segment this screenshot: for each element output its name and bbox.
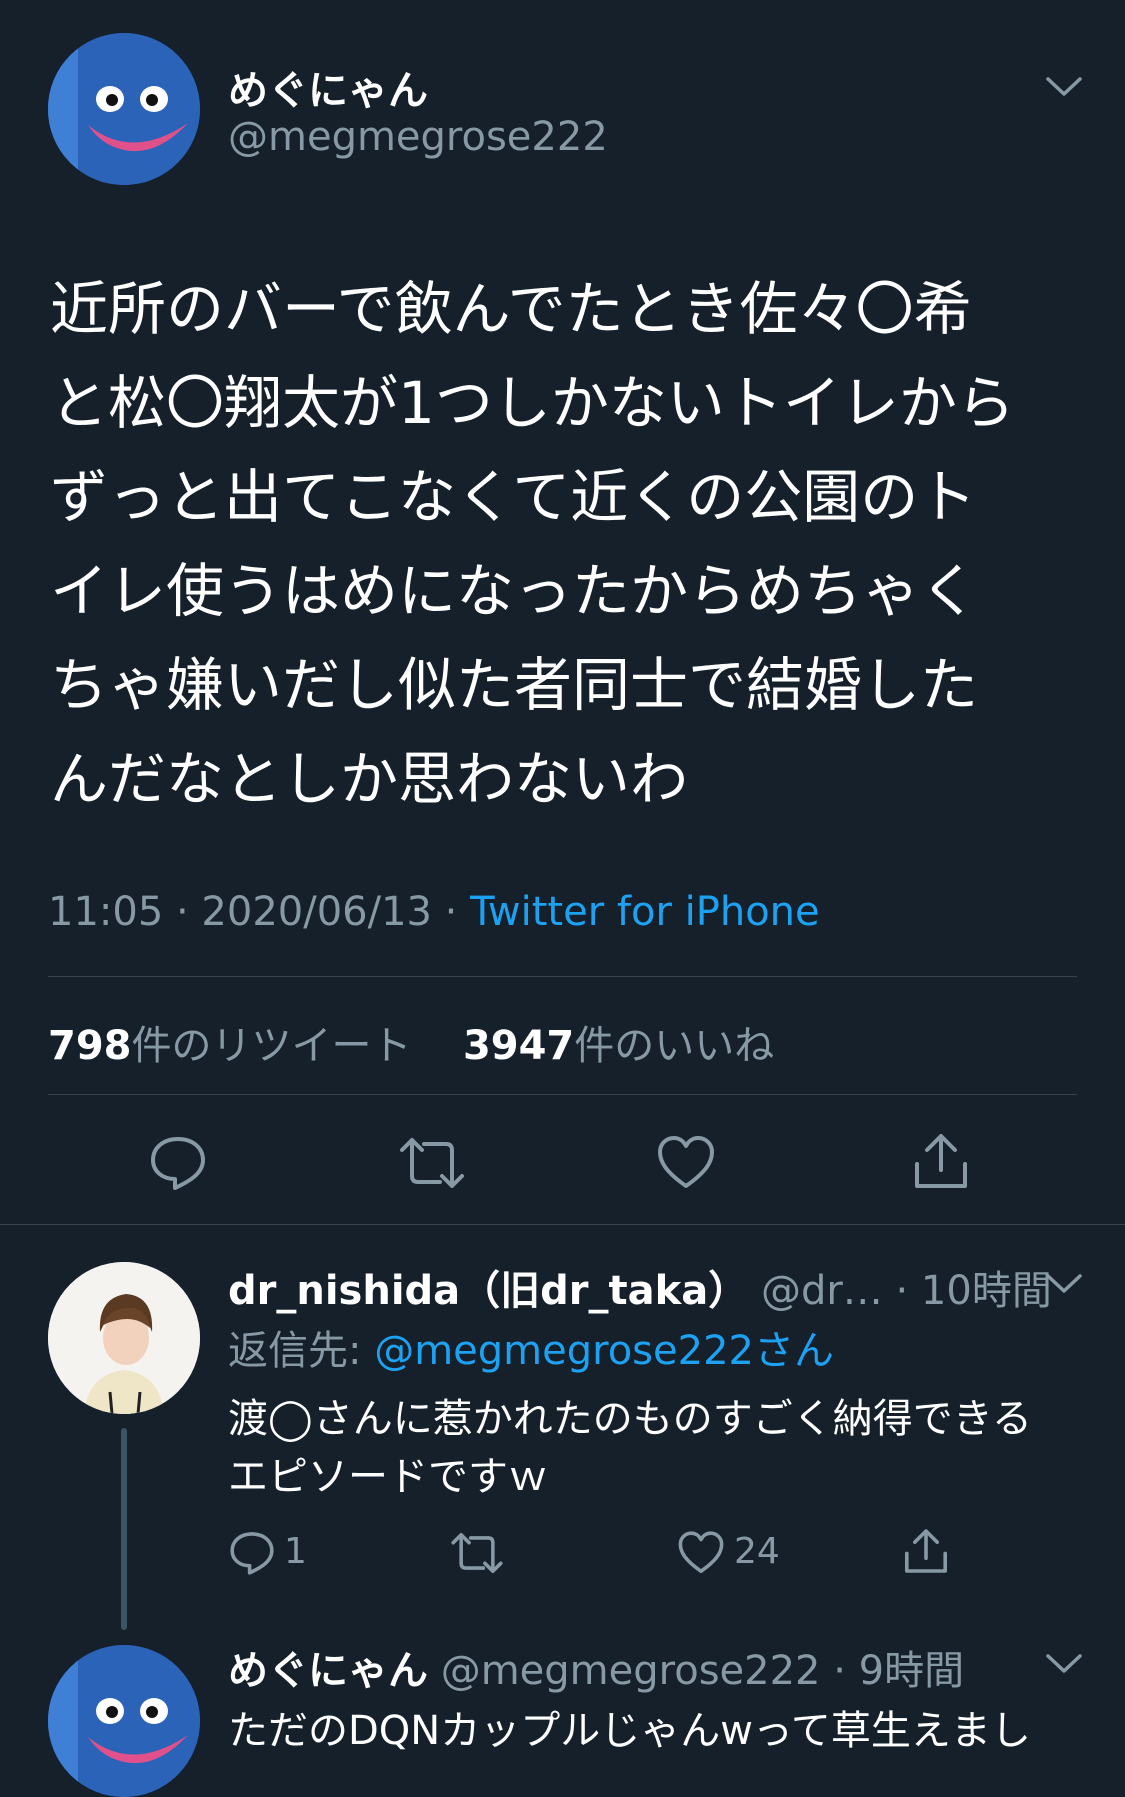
reply2-header: めぐにゃん @megmegrose222 · 9時間: [228, 1638, 964, 1696]
reply-text-line: エピソードですｗ: [228, 1454, 548, 1500]
divider: [48, 976, 1077, 977]
tweet-source-link[interactable]: Twitter for iPhone: [470, 889, 820, 935]
reply-author-avatar[interactable]: [48, 1262, 200, 1414]
tweet-text-line: と松〇翔太が1つしかないトイレから: [50, 369, 1015, 437]
share-icon[interactable]: [911, 1130, 971, 1192]
reply-text: 渡◯さんに惹かれたのものすごく納得できる エピソードですｗ: [228, 1390, 1032, 1506]
reply-count: 1: [284, 1531, 307, 1572]
like-stat[interactable]: 3947件のいいね: [463, 1023, 774, 1069]
like-count: 3947: [462, 1023, 575, 1069]
tweet-text-line: ずっと出てこなくて近くの公園のト: [50, 463, 977, 531]
tweet-text-line: イレ使うはめになったからめちゃく: [50, 557, 979, 625]
tweet-stats: 798件のリツイート 3947件のいいね: [48, 1013, 774, 1071]
retweet-count: 798: [48, 1023, 132, 1069]
author-handle[interactable]: @megmegrose222: [228, 114, 608, 160]
like-icon[interactable]: [677, 1530, 725, 1576]
reply-header: dr_nishida（旧dr_taka） @dr… · 10時間: [228, 1258, 1052, 1316]
reply-handle-time[interactable]: @dr… · 10時間: [761, 1268, 1052, 1314]
reply-author-name[interactable]: dr_nishida（旧dr_taka）: [228, 1268, 748, 1314]
retweet-stat[interactable]: 798件のリツイート: [48, 1023, 424, 1069]
reply-menu-chevron-icon[interactable]: [1044, 1272, 1084, 1296]
tweet-text-line: ちゃ嫌いだし似た者同士で結婚した: [50, 651, 979, 719]
like-count: 24: [734, 1531, 780, 1572]
like-label: 件のいいね: [574, 1023, 775, 1069]
share-icon[interactable]: [902, 1526, 950, 1576]
reply2-author-name[interactable]: めぐにゃん: [228, 1648, 428, 1694]
reply-text-line: 渡◯さんに惹かれたのものすごく納得できる: [228, 1396, 1032, 1442]
retweet-label: 件のリツイート: [131, 1023, 412, 1069]
tweet-text-line: 近所のバーで飲んでたとき佐々〇希: [50, 275, 972, 343]
divider: [48, 1094, 1077, 1095]
tweet-meta: 11:05 · 2020/06/13 · Twitter for iPhone: [48, 889, 820, 935]
reply2-handle-time[interactable]: @megmegrose222 · 9時間: [441, 1648, 964, 1694]
tweet-text-line: んだなとしか思わないわ: [50, 745, 689, 813]
tweet-text: 近所のバーで飲んでたとき佐々〇希 と松〇翔太が1つしかないトイレから ずっと出て…: [50, 262, 1090, 826]
reply-icon[interactable]: [148, 1134, 208, 1192]
slime-avatar-image: [48, 1645, 200, 1797]
reply2-text: ただのDQNカップルじゃんwって草生えまし: [228, 1708, 1031, 1754]
replying-to-label: 返信先:: [228, 1328, 375, 1374]
tweet-timestamp: 11:05 · 2020/06/13 ·: [48, 889, 471, 935]
replying-to: 返信先: @megmegrose222さん: [228, 1318, 834, 1376]
tweet-menu-chevron-icon[interactable]: [1044, 75, 1084, 99]
retweet-icon[interactable]: [450, 1530, 504, 1576]
author-avatar[interactable]: [48, 33, 200, 185]
reply2-author-avatar[interactable]: [48, 1645, 200, 1797]
person-avatar-image: [48, 1262, 200, 1414]
thread-line: [121, 1428, 127, 1630]
author-display-name[interactable]: めぐにゃん: [228, 58, 428, 116]
divider: [0, 1224, 1125, 1225]
reply-icon[interactable]: [228, 1530, 276, 1576]
retweet-icon[interactable]: [398, 1134, 466, 1192]
replying-to-link[interactable]: @megmegrose222さん: [374, 1328, 834, 1374]
like-icon[interactable]: [656, 1134, 716, 1192]
slime-avatar-image: [48, 33, 200, 185]
reply2-menu-chevron-icon[interactable]: [1044, 1652, 1084, 1676]
